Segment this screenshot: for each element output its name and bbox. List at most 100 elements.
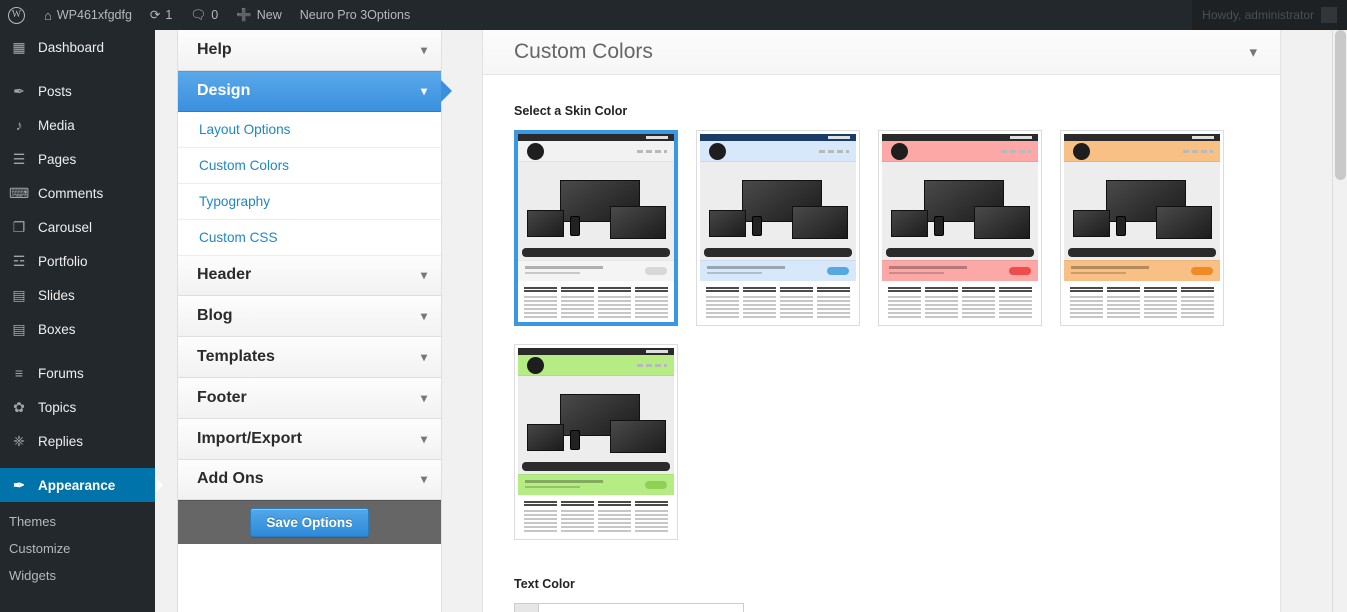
options-item-typography[interactable]: Typography bbox=[178, 184, 441, 220]
thumb-cta-subtext bbox=[525, 486, 580, 488]
updates-menu[interactable]: ⟳ 1 bbox=[141, 0, 181, 30]
page-scrollbar[interactable] bbox=[1332, 30, 1347, 612]
thumb-column bbox=[635, 287, 668, 322]
sidebar-item-label: Appearance bbox=[38, 478, 115, 493]
text-color-input[interactable] bbox=[514, 603, 744, 612]
comments-count: 0 bbox=[211, 8, 218, 22]
options-group-footer[interactable]: Footer ▾ bbox=[178, 378, 441, 419]
skin-thumbnail bbox=[518, 348, 674, 536]
skin-option-green[interactable] bbox=[514, 344, 678, 540]
thumb-column bbox=[780, 287, 813, 322]
sidebar-item-forums[interactable]: ≡ Forums bbox=[0, 356, 155, 390]
sidebar-item-boxes[interactable]: ▤ Boxes bbox=[0, 312, 155, 346]
options-group-label: Footer bbox=[197, 389, 247, 407]
thumb-hero-bar bbox=[522, 248, 670, 257]
site-name-label: WP461xfgdfg bbox=[57, 8, 132, 22]
comments-menu[interactable]: 🗨 0 bbox=[181, 0, 227, 30]
thumb-cta-subtext bbox=[525, 272, 580, 274]
options-item-layout-options[interactable]: Layout Options bbox=[178, 112, 441, 148]
options-group-templates[interactable]: Templates ▾ bbox=[178, 337, 441, 378]
thumb-cta-text bbox=[1071, 266, 1149, 269]
sidebar-subitem-themes[interactable]: Themes bbox=[0, 508, 155, 535]
sidebar-item-label: Media bbox=[38, 118, 75, 133]
thumb-column bbox=[706, 287, 739, 322]
options-group-label: Import/Export bbox=[197, 430, 302, 448]
sidebar-item-dashboard[interactable]: ▦ Dashboard bbox=[0, 30, 155, 64]
skin-option-default[interactable] bbox=[514, 130, 678, 326]
theme-options-menu[interactable]: Neuro Pro 3Options bbox=[291, 0, 419, 30]
options-group-blog[interactable]: Blog ▾ bbox=[178, 296, 441, 337]
thumb-nav bbox=[518, 355, 674, 376]
portfolio-icon: ☲ bbox=[9, 254, 29, 268]
options-group-label: Header bbox=[197, 266, 251, 284]
sidebar-item-carousel[interactable]: ❐ Carousel bbox=[0, 210, 155, 244]
sidebar-item-portfolio[interactable]: ☲ Portfolio bbox=[0, 244, 155, 278]
thumb-columns bbox=[1064, 281, 1220, 322]
sidebar-item-label: Topics bbox=[38, 400, 76, 415]
thumb-column bbox=[1107, 287, 1140, 322]
skin-option-orange[interactable] bbox=[1060, 130, 1224, 326]
thumb-nav bbox=[518, 141, 674, 162]
options-group-header[interactable]: Header ▾ bbox=[178, 256, 441, 297]
thumb-columns bbox=[882, 281, 1038, 322]
thumb-logo-icon bbox=[891, 143, 908, 160]
sidebar-item-topics[interactable]: ✿ Topics bbox=[0, 390, 155, 424]
sidebar-item-replies[interactable]: ❈ Replies bbox=[0, 424, 155, 458]
thumb-nav-links bbox=[819, 150, 849, 153]
options-group-add-ons[interactable]: Add Ons ▾ bbox=[178, 460, 441, 501]
updates-icon: ⟳ bbox=[150, 9, 160, 22]
options-group-import-export[interactable]: Import/Export ▾ bbox=[178, 419, 441, 460]
sidebar-item-comments[interactable]: ⌨ Comments bbox=[0, 176, 155, 210]
sidebar-item-pages[interactable]: ☰ Pages bbox=[0, 142, 155, 176]
thumb-column bbox=[962, 287, 995, 322]
sidebar-item-appearance[interactable]: ✒ Appearance bbox=[0, 468, 155, 502]
options-item-label: Layout Options bbox=[199, 122, 290, 137]
thumb-phone bbox=[570, 430, 580, 450]
scrollbar-thumb[interactable] bbox=[1335, 30, 1346, 180]
color-swatch[interactable] bbox=[515, 604, 539, 612]
account-menu[interactable]: Howdy, administrator bbox=[1192, 0, 1347, 30]
chevron-down-icon[interactable]: ▾ bbox=[1249, 43, 1257, 61]
thumb-topbar bbox=[882, 134, 1038, 141]
options-item-custom-css[interactable]: Custom CSS bbox=[178, 220, 441, 256]
save-options-button[interactable]: Save Options bbox=[250, 508, 368, 537]
site-name-menu[interactable]: ⌂ WP461xfgdfg bbox=[35, 0, 141, 30]
sidebar-item-slides[interactable]: ▤ Slides bbox=[0, 278, 155, 312]
sidebar-item-posts[interactable]: ✒ Posts bbox=[0, 74, 155, 108]
thumb-column bbox=[817, 287, 850, 322]
sidebar-item-media[interactable]: ♪ Media bbox=[0, 108, 155, 142]
thumb-cta-band bbox=[1064, 260, 1220, 281]
thumb-column bbox=[598, 287, 631, 322]
options-group-help[interactable]: Help ▾ bbox=[178, 30, 441, 71]
sidebar-item-label: Portfolio bbox=[38, 254, 88, 269]
thumb-cta-band bbox=[518, 474, 674, 495]
sidebar-subitem-label: Themes bbox=[9, 514, 56, 529]
wp-logo-menu[interactable] bbox=[0, 0, 35, 30]
options-item-custom-colors[interactable]: Custom Colors bbox=[178, 148, 441, 184]
thumb-laptop bbox=[974, 206, 1030, 239]
forums-icon: ≡ bbox=[9, 366, 29, 380]
skin-color-grid bbox=[514, 130, 1244, 540]
options-group-label: Design bbox=[197, 82, 250, 100]
media-icon: ♪ bbox=[9, 118, 29, 132]
thumb-column bbox=[598, 501, 631, 536]
thumb-topbar bbox=[518, 348, 674, 355]
admin-bar: ⌂ WP461xfgdfg ⟳ 1 🗨 0 ➕ New Neuro Pro 3O… bbox=[0, 0, 1347, 30]
skin-option-blue[interactable] bbox=[696, 130, 860, 326]
options-group-design[interactable]: Design ▾ bbox=[178, 71, 441, 112]
dashboard-icon: ▦ bbox=[9, 40, 29, 54]
sidebar-subitem-widgets[interactable]: Widgets bbox=[0, 562, 155, 589]
thumb-laptop bbox=[1156, 206, 1212, 239]
thumb-nav bbox=[1064, 141, 1220, 162]
sidebar-subitem-customize[interactable]: Customize bbox=[0, 535, 155, 562]
thumb-logo-icon bbox=[1073, 143, 1090, 160]
sidebar-item-label: Posts bbox=[38, 84, 72, 99]
panel-header: Custom Colors ▾ bbox=[483, 30, 1280, 75]
sidebar-item-label: Replies bbox=[38, 434, 83, 449]
skin-option-pink[interactable] bbox=[878, 130, 1042, 326]
options-framework-nav: Help ▾ Design ▾ Layout Options Custom Co… bbox=[177, 30, 442, 612]
sidebar-item-label: Boxes bbox=[38, 322, 76, 337]
thumb-tablet bbox=[891, 210, 928, 237]
new-content-menu[interactable]: ➕ New bbox=[227, 0, 291, 30]
thumb-nav bbox=[882, 141, 1038, 162]
